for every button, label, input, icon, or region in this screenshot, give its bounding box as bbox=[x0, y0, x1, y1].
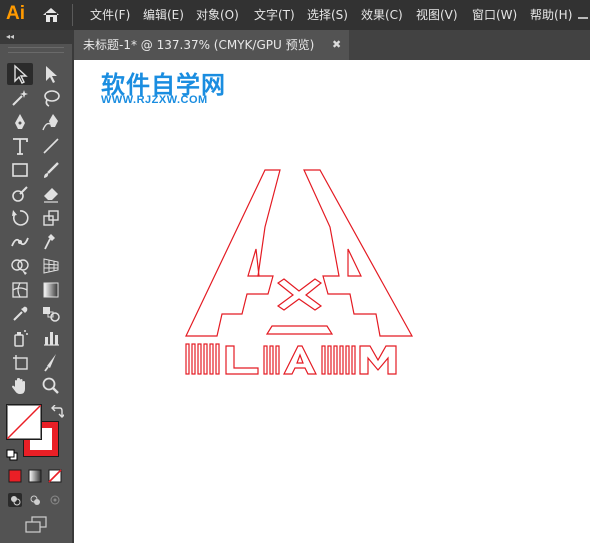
logo-letter-a bbox=[283, 345, 317, 375]
magic-wand-tool-icon[interactable] bbox=[7, 87, 33, 109]
logo-center-x bbox=[276, 278, 323, 311]
scale-tool-icon[interactable] bbox=[38, 207, 64, 229]
gradient-tool-icon[interactable] bbox=[38, 279, 64, 301]
shaper-tool-icon[interactable] bbox=[7, 183, 33, 205]
collapse-icon: ◂◂ bbox=[6, 32, 15, 41]
shape-builder-tool-icon[interactable] bbox=[7, 255, 33, 277]
blend-tool-icon[interactable] bbox=[38, 303, 64, 325]
draw-behind-icon[interactable] bbox=[28, 492, 42, 506]
tools-panel: ◂◂ bbox=[0, 30, 74, 543]
paintbrush-tool-icon[interactable] bbox=[38, 159, 64, 181]
menu-object[interactable]: 对象(O) bbox=[196, 0, 239, 30]
symbol-sprayer-tool-icon[interactable] bbox=[7, 327, 33, 349]
draw-normal-icon[interactable] bbox=[8, 492, 22, 507]
none-mode-icon[interactable] bbox=[48, 468, 62, 483]
logo-left-a-outline bbox=[185, 169, 281, 337]
logo-letter-l bbox=[225, 345, 259, 375]
direct-selection-tool-icon[interactable] bbox=[38, 63, 64, 85]
logo-right-a-outline bbox=[303, 169, 414, 337]
puppet-warp-tool-icon[interactable] bbox=[38, 231, 64, 253]
document-tab-title: 未标题-1* @ 137.37% (CMYK/GPU 预览) bbox=[83, 38, 315, 52]
logo-right-a-counter bbox=[347, 248, 362, 277]
perspective-grid-tool-icon[interactable] bbox=[38, 255, 64, 277]
logo-letter-a-counter bbox=[296, 353, 304, 364]
panel-grip[interactable] bbox=[8, 47, 64, 53]
default-fill-stroke-icon[interactable] bbox=[6, 446, 18, 461]
logo-barcode-right bbox=[321, 345, 356, 375]
watermark-url: WWW.RJZXW.COM bbox=[101, 94, 208, 106]
column-graph-tool-icon[interactable] bbox=[38, 327, 64, 349]
menu-edit[interactable]: 编辑(E) bbox=[143, 0, 184, 30]
menu-separator bbox=[72, 4, 73, 26]
logo-barcode-mid-left bbox=[263, 345, 280, 375]
screen-mode-icon[interactable] bbox=[24, 516, 48, 534]
artboard-tool-icon[interactable] bbox=[7, 351, 33, 373]
menu-view[interactable]: 视图(V) bbox=[416, 0, 458, 30]
logo-left-a-counter bbox=[247, 248, 260, 277]
type-tool-icon[interactable] bbox=[7, 135, 33, 157]
artboard-canvas[interactable]: 软件自学网 WWW.RJZXW.COM bbox=[74, 60, 590, 543]
minimize-icon[interactable] bbox=[576, 6, 590, 24]
gradient-mode-icon[interactable] bbox=[28, 468, 42, 483]
curvature-tool-icon[interactable] bbox=[38, 111, 64, 133]
menu-file[interactable]: 文件(F) bbox=[90, 0, 130, 30]
logo-letter-m bbox=[359, 345, 397, 375]
menu-select[interactable]: 选择(S) bbox=[307, 0, 348, 30]
app-logo: Ai bbox=[6, 3, 25, 24]
slice-tool-icon[interactable] bbox=[38, 351, 64, 373]
logo-artwork[interactable] bbox=[182, 164, 422, 384]
pen-tool-icon[interactable] bbox=[7, 111, 33, 133]
rectangle-tool-icon[interactable] bbox=[7, 159, 33, 181]
menu-bar: Ai 文件(F) 编辑(E) 对象(O) 文字(T) 选择(S) 效果(C) 视… bbox=[0, 0, 590, 30]
selection-tool-icon[interactable] bbox=[7, 63, 33, 85]
width-tool-icon[interactable] bbox=[7, 231, 33, 253]
eyedropper-tool-icon[interactable] bbox=[7, 303, 33, 325]
document-tab-bar: 未标题-1* @ 137.37% (CMYK/GPU 预览) ✖ bbox=[74, 30, 590, 60]
close-icon[interactable]: ✖ bbox=[332, 30, 341, 60]
lasso-tool-icon[interactable] bbox=[38, 87, 64, 109]
mesh-tool-icon[interactable] bbox=[7, 279, 33, 301]
menu-effect[interactable]: 效果(C) bbox=[361, 0, 403, 30]
menu-type[interactable]: 文字(T) bbox=[254, 0, 295, 30]
color-mode-icon[interactable] bbox=[8, 468, 22, 483]
collapse-panel-button[interactable]: ◂◂ bbox=[0, 30, 72, 44]
line-segment-tool-icon[interactable] bbox=[38, 135, 64, 157]
menu-window[interactable]: 窗口(W) bbox=[472, 0, 517, 30]
document-tab[interactable]: 未标题-1* @ 137.37% (CMYK/GPU 预览) ✖ bbox=[74, 30, 349, 60]
zoom-tool-icon[interactable] bbox=[38, 375, 64, 397]
rotate-tool-icon[interactable] bbox=[7, 207, 33, 229]
draw-inside-icon[interactable] bbox=[48, 492, 62, 506]
swap-fill-stroke-icon[interactable] bbox=[50, 404, 66, 418]
logo-barcode-left bbox=[185, 343, 220, 375]
menu-help[interactable]: 帮助(H) bbox=[530, 0, 572, 30]
logo-center-bar bbox=[265, 325, 334, 335]
fill-color-swatch[interactable] bbox=[6, 404, 42, 440]
hand-tool-icon[interactable] bbox=[7, 375, 33, 397]
eraser-tool-icon[interactable] bbox=[38, 183, 64, 205]
home-icon[interactable] bbox=[40, 5, 62, 25]
